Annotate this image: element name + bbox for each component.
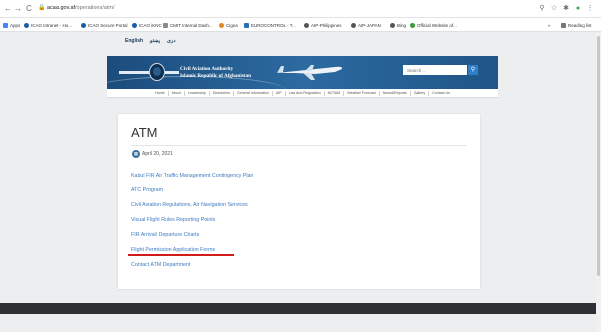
globe-icon	[304, 22, 309, 28]
red-annotation-underline	[128, 254, 234, 256]
link-contact-atm[interactable]: Contact ATM Department	[131, 262, 190, 268]
bookmark-star-icon[interactable]: ☆	[549, 3, 559, 14]
icao-icon	[132, 22, 137, 28]
reading-list-icon	[561, 22, 566, 28]
lock-icon: 🔒	[38, 5, 46, 11]
extensions-icon[interactable]: ✱	[561, 3, 571, 14]
nav-leadership[interactable]: Leadership	[185, 90, 210, 96]
bookmarks-bar: Apps ICAO Intranet - Ho... ICAO Secure P…	[0, 18, 601, 32]
bookmark-icao-secure-portal[interactable]: ICAO Secure Portal	[81, 18, 128, 32]
nav-home[interactable]: Home	[152, 90, 169, 96]
nav-weather-forecast[interactable]: Weather Forecast	[344, 90, 380, 96]
org-title: Civil Aviation Authority	[180, 66, 234, 72]
lang-english[interactable]: English	[125, 38, 143, 44]
browser-window: ← → C 🔒 acaa.gov.af/operations/atm/ ⚲ ☆ …	[0, 0, 601, 332]
address-bar-row: ← → C 🔒 acaa.gov.af/operations/atm/ ⚲ ☆ …	[0, 0, 601, 18]
lang-pashto[interactable]: پښتو	[150, 38, 160, 44]
forward-icon[interactable]: →	[13, 3, 23, 14]
reload-icon[interactable]: C	[24, 3, 34, 14]
nav-gallery[interactable]: Gallery	[411, 90, 430, 96]
magnifier-icon[interactable]: ⚲	[468, 65, 478, 75]
profile-avatar[interactable]: ●	[573, 3, 583, 14]
left-wing-graphic	[119, 71, 149, 74]
bookmark-apps[interactable]: Apps	[3, 18, 20, 32]
bookmark-aip-japan[interactable]: AIP-JAPAN	[351, 18, 381, 32]
nav-notam[interactable]: NOTAM	[325, 90, 345, 96]
scrollbar-thumb[interactable]	[597, 36, 600, 276]
link-contingency-plan[interactable]: Kabul FIR Air Traffic Management Conting…	[131, 173, 253, 179]
link-flight-permission-forms[interactable]: Flight Permission Application Forms	[131, 247, 215, 253]
page-title: ATM	[131, 125, 158, 140]
apps-grid-icon	[3, 22, 8, 28]
globe-icon	[351, 22, 356, 28]
bookmark-eurocontrol[interactable]: EUROCONTROL - T...	[244, 18, 296, 32]
cigna-icon	[219, 22, 224, 28]
title-divider	[131, 145, 467, 146]
bookmark-cmit[interactable]: CMIT Internal Dash...	[163, 18, 213, 32]
nav-news-reports[interactable]: News&Reports	[380, 90, 411, 96]
nav-law-and-regulation[interactable]: Law And Regulation	[286, 90, 325, 96]
main-nav: Home About Leadership Directories Genera…	[107, 89, 498, 98]
url-field[interactable]: 🔒 acaa.gov.af/operations/atm/	[38, 3, 538, 14]
nav-directories[interactable]: Directories	[210, 90, 235, 96]
back-icon[interactable]: ←	[3, 3, 13, 14]
bookmark-icao-intranet[interactable]: ICAO Intranet - Ho...	[24, 18, 72, 32]
nav-aip[interactable]: AIP	[273, 90, 286, 96]
lang-dari[interactable]: دری	[167, 38, 176, 44]
site-footer	[0, 303, 596, 314]
reading-list[interactable]: Reading list	[561, 18, 592, 32]
zoom-icon[interactable]: ⚲	[537, 3, 547, 14]
globe-icon	[390, 22, 395, 28]
org-subtitle: Islamic Republic of Afghanistan	[180, 73, 252, 79]
bookmark-icao-ikonc[interactable]: ICAO iKNC	[132, 18, 162, 32]
nav-general-information[interactable]: General Information	[234, 90, 273, 96]
icao-icon	[24, 22, 29, 28]
link-car-ans[interactable]: Civil Aviation Regulations, Air Navigati…	[131, 202, 248, 208]
more-bookmarks-chevron[interactable]: »	[548, 18, 551, 32]
document-icon	[163, 22, 168, 28]
bookmark-bing[interactable]: Bing	[390, 18, 406, 32]
globe-icon	[410, 22, 415, 28]
nav-contact-us[interactable]: Contact Us	[429, 91, 453, 96]
link-vfr-reporting-points[interactable]: Visual Flight Rules Reporting Points	[131, 217, 215, 223]
icao-icon	[81, 22, 86, 28]
site-banner: Civil Aviation Authority Islamic Republi…	[107, 56, 498, 89]
emblem-center	[153, 67, 161, 76]
link-atc-program[interactable]: ATC Program	[131, 187, 163, 193]
nav-about[interactable]: About	[169, 90, 186, 96]
post-date: April 20, 2021	[142, 151, 173, 157]
right-wing-graphic	[165, 71, 179, 74]
link-fir-charts[interactable]: FIR Arrival/ Departure Charts	[131, 232, 199, 238]
calendar-icon: ▦	[132, 150, 140, 158]
bookmark-official-website[interactable]: Official Website of...	[410, 18, 457, 32]
menu-kebab-icon[interactable]: ⋮	[585, 3, 595, 14]
bookmark-cigna[interactable]: Cigna	[219, 18, 238, 32]
url-text[interactable]: acaa.gov.af/operations/atm/	[47, 3, 114, 14]
airplane-graphic	[277, 65, 343, 80]
eurocontrol-icon	[244, 22, 249, 28]
bookmark-aip-philippines[interactable]: AIP-Philippines	[304, 18, 342, 32]
site-search-input[interactable]	[403, 65, 467, 75]
